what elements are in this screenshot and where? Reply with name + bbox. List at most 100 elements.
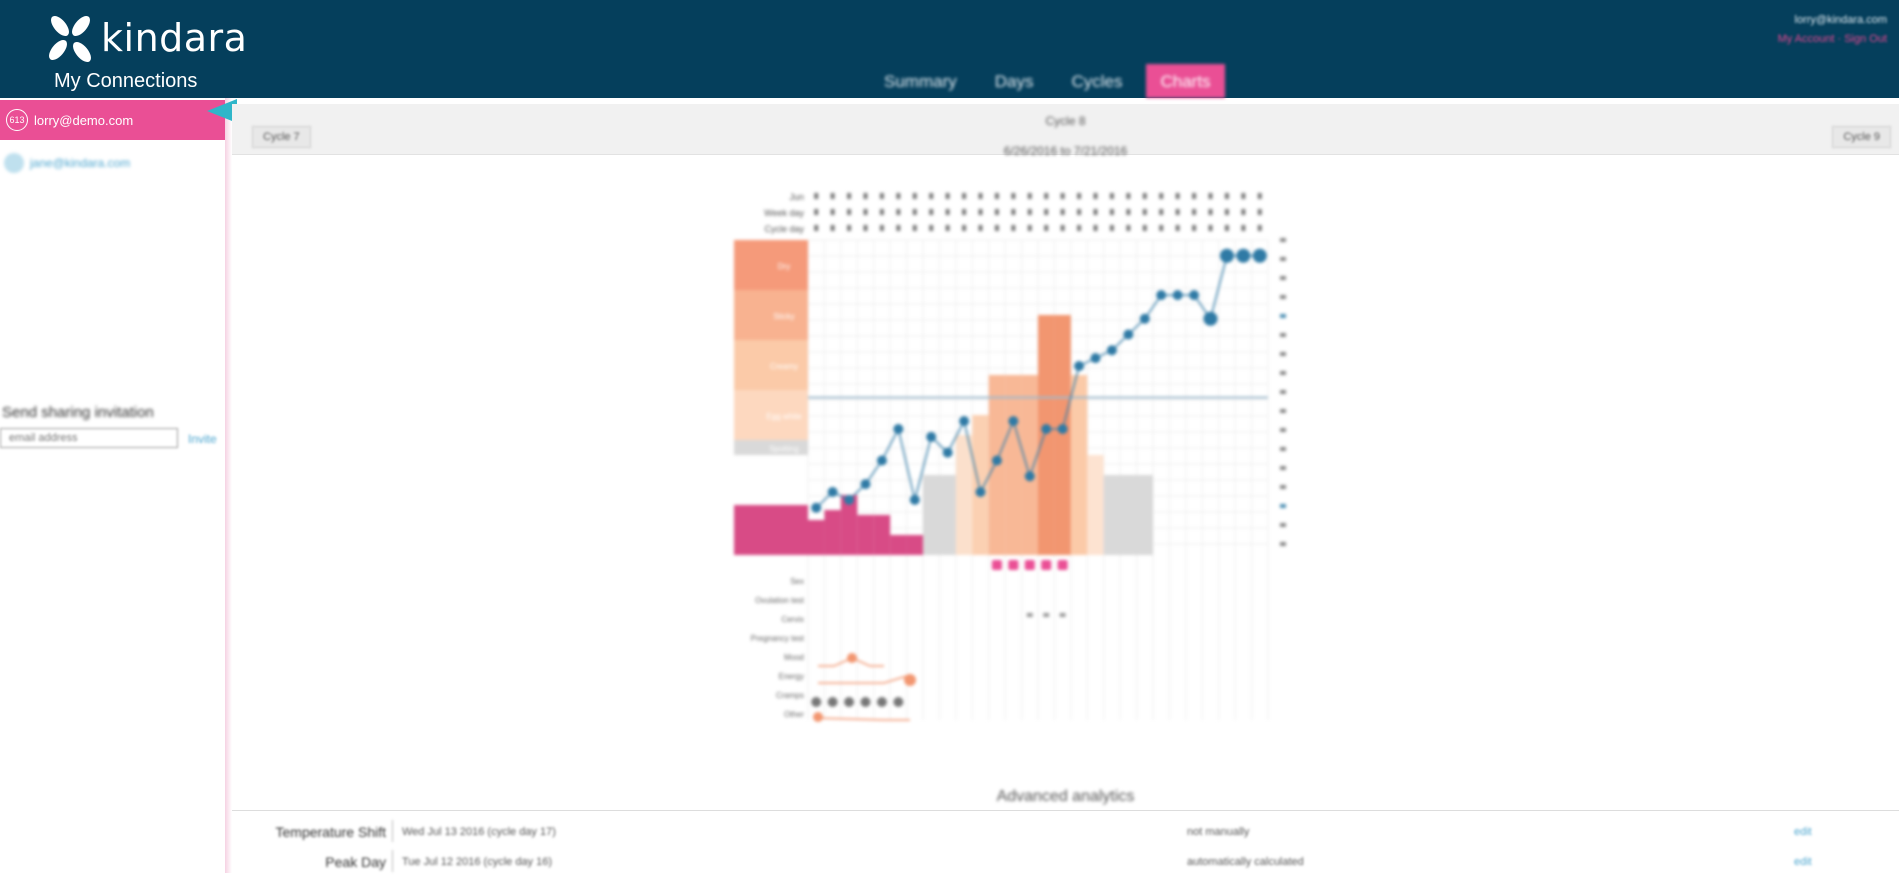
- connection-badge: 613: [6, 109, 28, 131]
- day-tick: [847, 193, 852, 199]
- side-row-label: Mood: [784, 653, 804, 662]
- other-point: [827, 697, 838, 707]
- day-tick: [1077, 193, 1082, 199]
- temperature-point: [893, 424, 904, 434]
- day-tick: [1241, 193, 1246, 199]
- sex-marker: [1024, 560, 1035, 570]
- day-tick: [929, 225, 934, 231]
- day-tick: [994, 209, 999, 215]
- day-tick: [1159, 193, 1164, 199]
- period-bar: [906, 535, 923, 555]
- temperature-point: [1024, 471, 1035, 482]
- tab-days[interactable]: Days: [981, 64, 1048, 98]
- fluid-bar: [1021, 375, 1038, 555]
- temperature-point: [1041, 424, 1052, 434]
- temp-tick: [1280, 257, 1286, 261]
- day-tick: [912, 209, 917, 215]
- day-tick: [1109, 225, 1114, 231]
- account-links[interactable]: My Account · Sign Out: [1778, 33, 1887, 45]
- day-tick: [1126, 225, 1131, 231]
- day-tick: [814, 209, 819, 215]
- analytics-row: Peak Day Tue Jul 12 2016 (cycle day 16) …: [232, 848, 1899, 876]
- day-tick: [896, 209, 901, 215]
- analytics-value: Tue Jul 12 2016 (cycle day 16): [402, 856, 553, 868]
- temp-tick: [1280, 314, 1286, 318]
- day-tick: [1077, 209, 1082, 215]
- fluid-bar: [939, 475, 956, 555]
- day-tick: [863, 225, 868, 231]
- fluid-bar: [1038, 315, 1055, 555]
- temperature-point: [926, 431, 937, 442]
- temp-tick: [1280, 333, 1286, 337]
- invite-email-input[interactable]: [0, 428, 178, 448]
- header-row-label: Week day: [764, 208, 804, 218]
- day-tick: [929, 193, 934, 199]
- invite-button[interactable]: Invite: [188, 432, 217, 446]
- tab-cycles[interactable]: Cycles: [1057, 64, 1136, 98]
- temperature-point: [959, 416, 970, 427]
- connection-item[interactable]: jane@kindara.com: [4, 152, 130, 174]
- day-tick: [1060, 193, 1065, 199]
- page-title: My Connections: [54, 70, 198, 92]
- fluid-bar: [1103, 475, 1121, 555]
- temperature-point: [1236, 248, 1251, 263]
- sex-marker: [1008, 560, 1019, 570]
- next-cycle-button[interactable]: Cycle 9: [1832, 126, 1891, 148]
- chart-panel: Cycle 8 6/26/2016 to 7/21/2016 Cycle 7 C…: [232, 98, 1899, 873]
- sex-marker: [1041, 560, 1052, 570]
- day-tick: [1241, 225, 1246, 231]
- header-row-label: Jun: [789, 192, 804, 202]
- day-tick: [994, 225, 999, 231]
- mood-point: [813, 712, 823, 722]
- day-tick: [1093, 209, 1098, 215]
- day-tick: [962, 193, 967, 199]
- temperature-point: [975, 487, 986, 497]
- day-tick: [1060, 209, 1065, 215]
- day-tick: [1192, 193, 1197, 199]
- temp-tick: [1280, 485, 1286, 489]
- cervix-mark: [1043, 613, 1050, 617]
- temp-tick: [1280, 238, 1286, 242]
- edit-link[interactable]: edit: [1794, 826, 1812, 838]
- day-tick: [962, 209, 967, 215]
- side-row-label: Sex: [790, 577, 804, 586]
- temp-tick: [1280, 295, 1286, 299]
- temp-tick: [1280, 276, 1286, 280]
- day-tick: [994, 193, 999, 199]
- temperature-point: [942, 447, 953, 458]
- other-point: [876, 697, 887, 707]
- day-tick: [978, 225, 983, 231]
- prev-cycle-button[interactable]: Cycle 7: [252, 126, 311, 148]
- temperature-point: [860, 479, 871, 490]
- connection-email: lorry@demo.com: [34, 113, 134, 128]
- fluid-bar: [923, 475, 940, 555]
- tab-summary[interactable]: Summary: [870, 64, 971, 98]
- sidebar-divider: [225, 98, 232, 873]
- connections-sidebar: [0, 98, 225, 873]
- day-tick: [1044, 193, 1049, 199]
- fluid-bar: [1070, 375, 1088, 555]
- day-tick: [1060, 225, 1065, 231]
- edit-link[interactable]: edit: [1794, 856, 1812, 868]
- sex-marker: [1057, 560, 1068, 570]
- tab-charts[interactable]: Charts: [1146, 64, 1225, 98]
- temperature-point: [844, 494, 855, 505]
- connection-item-active[interactable]: 613 lorry@demo.com: [0, 100, 225, 140]
- temperature-point: [1106, 345, 1117, 356]
- mood-line: [815, 717, 910, 721]
- analytics-title: Advanced analytics: [996, 788, 1135, 805]
- analytics-value: Wed Jul 13 2016 (cycle day 17): [402, 826, 556, 838]
- fluid-zone: [734, 240, 808, 290]
- temperature-point: [991, 455, 1002, 466]
- day-tick: [962, 225, 967, 231]
- day-tick: [1109, 209, 1114, 215]
- day-tick: [1093, 225, 1098, 231]
- fluid-bar: [955, 435, 973, 555]
- temperature-point: [811, 502, 822, 513]
- day-tick: [945, 209, 950, 215]
- day-tick: [1142, 209, 1147, 215]
- day-tick: [1257, 193, 1262, 199]
- temp-tick: [1280, 371, 1286, 375]
- day-tick: [1011, 209, 1016, 215]
- day-tick: [863, 193, 868, 199]
